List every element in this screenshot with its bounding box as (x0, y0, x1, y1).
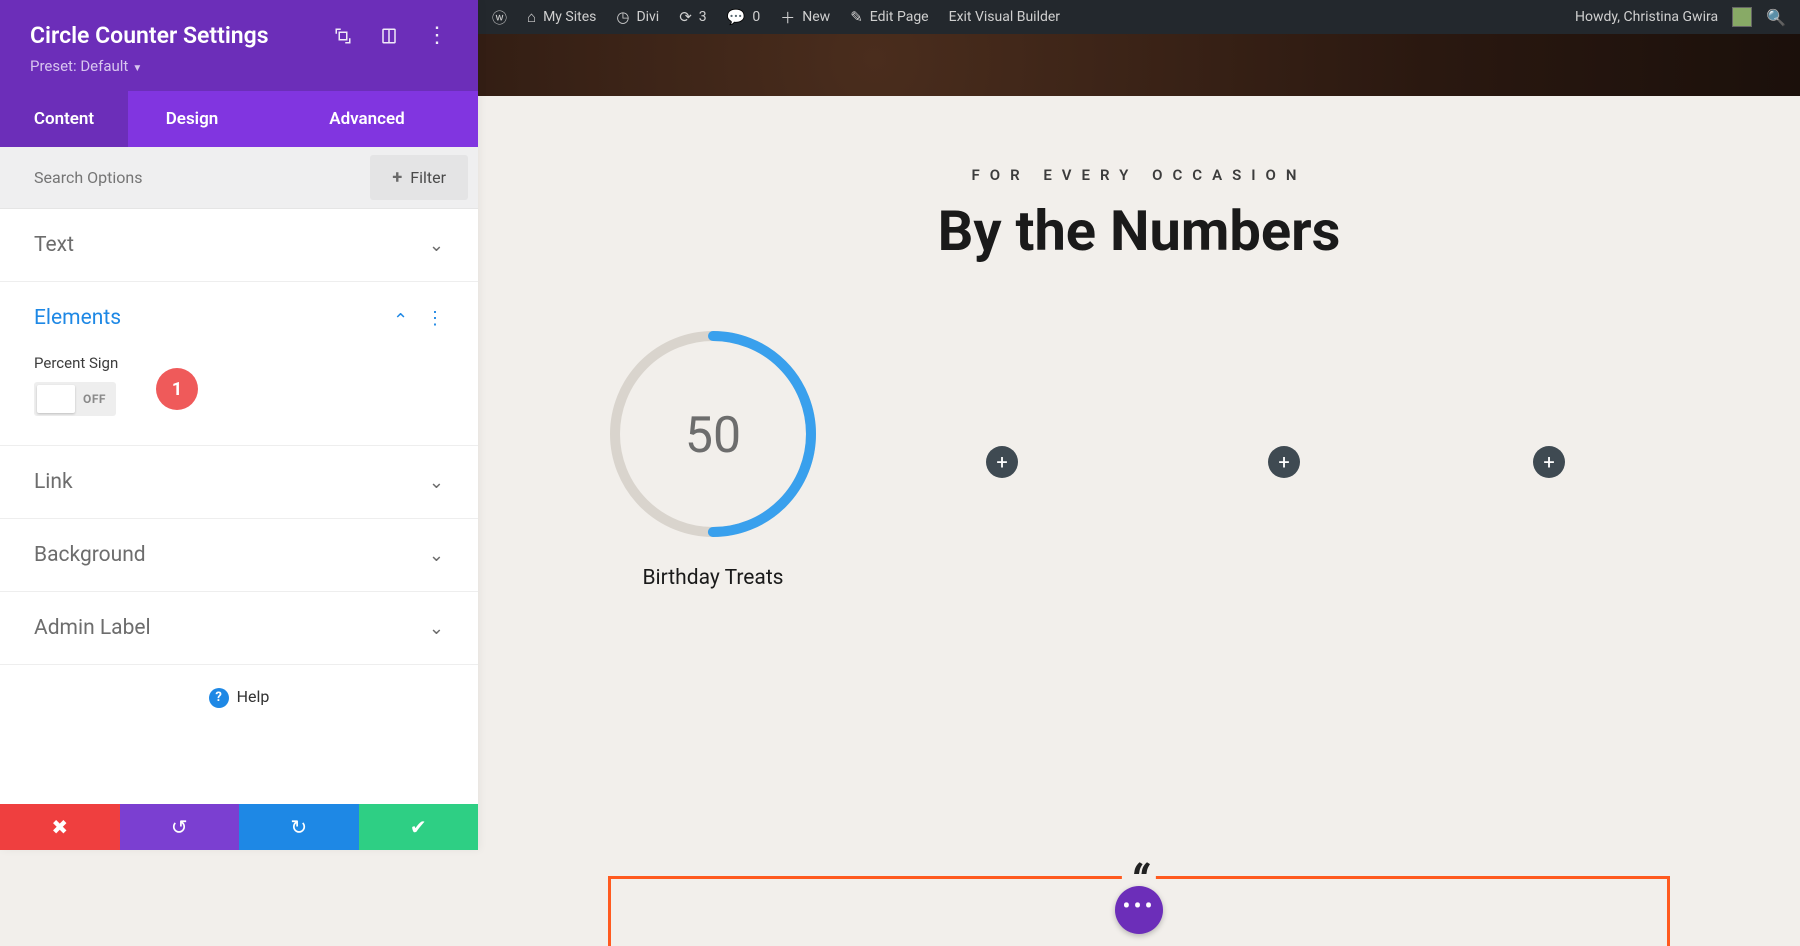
search-icon[interactable]: 🔍 (1766, 8, 1786, 27)
panel-actions: ✖ ↺ ↻ ✔ (0, 804, 478, 850)
caret-down-icon: ▼ (132, 63, 142, 74)
howdy-label: Howdy, Christina Gwira (1575, 9, 1718, 25)
section-elements[interactable]: Elements ⌄ ⋮ (0, 282, 478, 354)
page-stage: ⓦ ⌂My Sites ◷Divi ⟳3 💬0 ＋New ✎Edit Page … (478, 0, 1800, 850)
section-label: Elements (34, 306, 121, 330)
updates-count: 3 (699, 9, 707, 25)
plus-icon: ＋ (780, 7, 795, 28)
help-link[interactable]: ? Help (0, 665, 478, 728)
search-row: + Filter (0, 147, 478, 209)
tab-design[interactable]: Design (128, 91, 256, 147)
toggle-knob (37, 385, 75, 413)
save-button[interactable]: ✔ (359, 804, 479, 850)
redo-button[interactable]: ↻ (239, 804, 359, 850)
counter-label: Birthday Treats (598, 566, 828, 590)
section-label: Background (34, 543, 146, 567)
counter-ring: 50 (603, 324, 823, 544)
exit-builder-label: Exit Visual Builder (949, 9, 1060, 25)
section-elements-body: Percent Sign OFF (0, 354, 478, 445)
wp-logo[interactable]: ⓦ (492, 7, 507, 28)
panel-tabs: Content Design Advanced (0, 91, 478, 147)
expand-icon[interactable] (334, 27, 352, 45)
filter-label: Filter (410, 168, 446, 187)
section-admin-label[interactable]: Admin Label ⌄ (0, 592, 478, 664)
new-label: New (802, 9, 830, 25)
gauge-icon: ◷ (616, 8, 629, 26)
filter-button[interactable]: + Filter (370, 155, 468, 200)
tab-content[interactable]: Content (0, 91, 128, 147)
exit-visual-builder[interactable]: Exit Visual Builder (949, 9, 1060, 25)
wp-admin-bar: ⓦ ⌂My Sites ◷Divi ⟳3 💬0 ＋New ✎Edit Page … (478, 0, 1800, 34)
counter-value: 50 (685, 407, 741, 465)
section-settings-fab[interactable]: ••• (1115, 886, 1163, 934)
kebab-menu-icon[interactable]: ⋮ (426, 23, 448, 48)
edit-page[interactable]: ✎ Edit Page (850, 8, 928, 26)
comments[interactable]: 💬0 (727, 8, 761, 26)
section-label: Text (34, 233, 74, 257)
my-sites-label: My Sites (543, 9, 596, 25)
section-link[interactable]: Link ⌄ (0, 446, 478, 518)
add-module-button[interactable]: + (1533, 446, 1565, 478)
divi-label: Divi (636, 9, 659, 25)
circle-counter[interactable]: 50 Birthday Treats (598, 324, 828, 590)
annotation-badge: 1 (156, 368, 198, 410)
section-background[interactable]: Background ⌄ (0, 519, 478, 591)
undo-button[interactable]: ↺ (120, 804, 240, 850)
preset-selector[interactable]: Preset: Default ▼ (30, 57, 448, 75)
comment-icon: 💬 (727, 8, 746, 26)
add-module-button[interactable]: + (1268, 446, 1300, 478)
new-content[interactable]: ＋ New (780, 7, 830, 28)
site-name[interactable]: ◷ Divi (616, 8, 659, 26)
preset-label: Preset: Default (30, 57, 128, 75)
edit-page-label: Edit Page (870, 9, 929, 25)
pencil-icon: ✎ (850, 8, 863, 26)
search-input[interactable] (0, 152, 370, 203)
plus-icon: + (392, 167, 402, 188)
section-text[interactable]: Text ⌄ (0, 209, 478, 281)
comments-count: 0 (752, 9, 760, 25)
section-label: Admin Label (34, 616, 151, 640)
house-icon: ⌂ (527, 8, 536, 26)
chevron-up-icon: ⌄ (393, 308, 408, 329)
howdy-user[interactable]: Howdy, Christina Gwira (1575, 9, 1718, 25)
chevron-down-icon: ⌄ (429, 618, 444, 639)
responsive-icon[interactable] (380, 27, 398, 45)
tab-advanced[interactable]: Advanced (256, 91, 478, 147)
percent-sign-label: Percent Sign (34, 354, 444, 372)
panel-header: Circle Counter Settings ⋮ Preset: Defaul… (0, 0, 478, 91)
chevron-down-icon: ⌄ (429, 545, 444, 566)
chevron-down-icon: ⌄ (429, 235, 444, 256)
chevron-down-icon: ⌄ (429, 472, 444, 493)
refresh-icon: ⟳ (679, 8, 692, 26)
my-sites[interactable]: ⌂ My Sites (527, 8, 596, 26)
avatar[interactable] (1732, 7, 1752, 27)
dots-icon: ••• (1122, 892, 1155, 920)
panel-title: Circle Counter Settings (30, 22, 269, 49)
percent-sign-toggle[interactable]: OFF (34, 382, 116, 416)
help-icon: ? (209, 688, 229, 708)
wordpress-icon: ⓦ (492, 7, 507, 28)
eyebrow-text: FOR EVERY OCCASION (538, 166, 1740, 184)
hero-strip (478, 34, 1800, 96)
page-content: FOR EVERY OCCASION By the Numbers 50 Bir… (478, 96, 1800, 590)
toggle-state: OFF (83, 392, 106, 406)
section-label: Link (34, 470, 73, 494)
kebab-menu-icon[interactable]: ⋮ (426, 308, 444, 329)
cancel-button[interactable]: ✖ (0, 804, 120, 850)
add-module-button[interactable]: + (986, 446, 1018, 478)
settings-panel: Circle Counter Settings ⋮ Preset: Defaul… (0, 0, 478, 850)
help-label: Help (237, 687, 270, 706)
page-headline: By the Numbers (538, 198, 1740, 264)
updates[interactable]: ⟳3 (679, 8, 706, 26)
